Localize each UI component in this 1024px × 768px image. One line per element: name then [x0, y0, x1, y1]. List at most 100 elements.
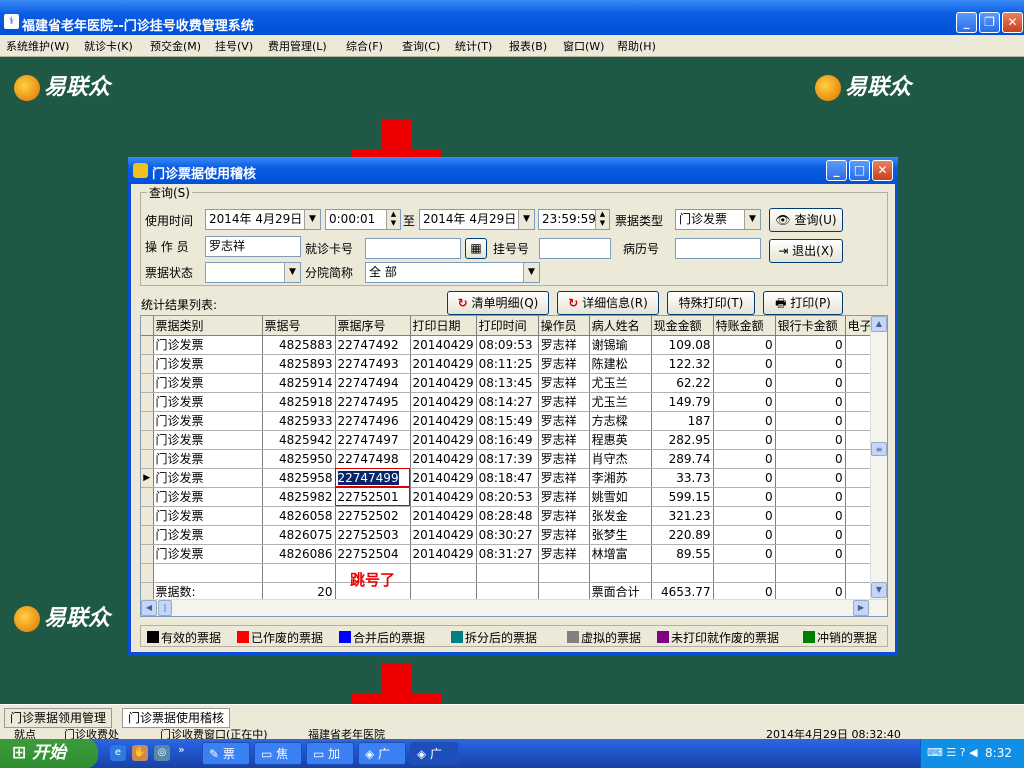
- table-cell[interactable]: 20140429: [410, 449, 477, 469]
- row-indicator[interactable]: [141, 525, 154, 545]
- table-cell[interactable]: 08:17:39: [476, 449, 539, 469]
- table-row[interactable]: 门诊发票 4825893 22747493 20140429 08:11:25 罗志祥 陈建…: [141, 354, 878, 374]
- more-quicklaunch-icon[interactable]: »: [178, 743, 185, 756]
- table-cell[interactable]: 0: [713, 468, 776, 488]
- row-indicator[interactable]: [141, 335, 154, 355]
- scroll-thumb[interactable]: ≡: [871, 442, 887, 456]
- table-cell[interactable]: 89.55: [651, 544, 714, 564]
- table-cell[interactable]: 149.79: [651, 392, 714, 412]
- table-cell[interactable]: [262, 563, 336, 583]
- card-read-icon[interactable]: ▦: [465, 238, 487, 259]
- menu-help[interactable]: 帮助(H): [617, 38, 656, 54]
- close-button[interactable]: ✕: [1002, 12, 1023, 33]
- table-cell[interactable]: 22747492: [335, 335, 411, 355]
- table-cell[interactable]: 22747493: [335, 354, 411, 374]
- table-cell[interactable]: 门诊发票: [153, 411, 263, 431]
- menu-deposit[interactable]: 预交金(M): [150, 38, 201, 54]
- table-cell[interactable]: 0: [775, 354, 846, 374]
- table-cell[interactable]: 08:18:47: [476, 468, 539, 488]
- menu-register[interactable]: 挂号(V): [215, 38, 253, 54]
- table-cell[interactable]: 20140429: [410, 335, 477, 355]
- table-cell[interactable]: 门诊发票: [153, 506, 263, 526]
- table-cell[interactable]: 0: [713, 544, 776, 564]
- table-cell[interactable]: 0: [713, 411, 776, 431]
- scroll-right-icon[interactable]: ▶: [853, 600, 869, 616]
- table-cell[interactable]: 0: [775, 544, 846, 564]
- table-cell[interactable]: 0: [775, 506, 846, 526]
- table-cell[interactable]: 罗志祥: [538, 544, 590, 564]
- time-from-spinner[interactable]: 0:00:01 ▲ ▼: [325, 209, 401, 230]
- reg-no-input[interactable]: [539, 238, 611, 259]
- table-cell[interactable]: [713, 563, 776, 583]
- table-cell[interactable]: 08:14:27: [476, 392, 539, 412]
- table-row[interactable]: 门诊发票 4826086 22752504 20140429 08:31:27 罗志祥 林增…: [141, 544, 878, 564]
- table-cell[interactable]: 599.15: [651, 487, 714, 507]
- table-cell[interactable]: 门诊发票: [153, 468, 263, 488]
- table-cell[interactable]: 姚雪如: [589, 487, 652, 507]
- col-header[interactable]: 票据类别: [153, 316, 263, 336]
- date-to-picker[interactable]: 2014年 4月29日 ▼: [419, 209, 535, 230]
- menu-query[interactable]: 查询(C): [402, 38, 440, 54]
- table-cell[interactable]: 22747497: [335, 430, 411, 450]
- table-cell[interactable]: 0: [775, 411, 846, 431]
- col-header[interactable]: 操作员: [538, 316, 590, 336]
- col-header[interactable]: 银行卡金额: [775, 316, 846, 336]
- table-cell[interactable]: 0: [775, 392, 846, 412]
- table-cell[interactable]: 0: [713, 373, 776, 393]
- current-row-indicator-icon[interactable]: ▶: [141, 468, 154, 488]
- taskbar-item[interactable]: ✎ 票: [202, 742, 250, 765]
- table-cell[interactable]: 4826075: [262, 525, 336, 545]
- table-cell[interactable]: 罗志祥: [538, 373, 590, 393]
- table-cell[interactable]: 20140429: [410, 411, 477, 431]
- table-cell[interactable]: 0: [775, 487, 846, 507]
- col-header[interactable]: 票据序号: [335, 316, 411, 336]
- tab-ticket-issue[interactable]: 门诊票据领用管理: [4, 708, 113, 728]
- table-row[interactable]: 门诊发票 4825950 22747498 20140429 08:17:39 罗志祥 肖守…: [141, 449, 878, 469]
- table-cell[interactable]: 4826086: [262, 544, 336, 564]
- table-cell[interactable]: 08:11:25: [476, 354, 539, 374]
- table-cell[interactable]: 林增富: [589, 544, 652, 564]
- table-cell[interactable]: [651, 563, 714, 583]
- table-cell[interactable]: 22747496: [335, 411, 411, 431]
- table-cell[interactable]: 门诊发票: [153, 449, 263, 469]
- col-header[interactable]: 特账金额: [713, 316, 776, 336]
- table-cell[interactable]: [153, 563, 263, 583]
- scroll-up-icon[interactable]: ▲: [871, 316, 887, 332]
- quicklaunch-icon[interactable]: ◎: [154, 745, 170, 761]
- table-cell[interactable]: 4825933: [262, 411, 336, 431]
- detail-info-button[interactable]: ↻ 详细信息(R): [557, 291, 659, 315]
- table-cell[interactable]: 0: [775, 525, 846, 545]
- table-cell[interactable]: 08:20:53: [476, 487, 539, 507]
- table-row[interactable]: 门诊发票 4825942 22747497 20140429 08:16:49 罗志祥 程惠…: [141, 430, 878, 450]
- table-cell[interactable]: 罗志祥: [538, 506, 590, 526]
- taskbar-item-active[interactable]: ◈ 广: [410, 742, 458, 765]
- table-cell[interactable]: 门诊发票: [153, 525, 263, 545]
- table-cell[interactable]: 4825950: [262, 449, 336, 469]
- menu-system[interactable]: 系统维护(W): [6, 38, 69, 54]
- table-cell[interactable]: 门诊发票: [153, 373, 263, 393]
- table-cell[interactable]: 张梦生: [589, 525, 652, 545]
- table-cell[interactable]: 罗志祥: [538, 525, 590, 545]
- table-cell[interactable]: 方志樑: [589, 411, 652, 431]
- restore-button[interactable]: ❐: [979, 12, 1000, 33]
- table-cell[interactable]: 4825982: [262, 487, 336, 507]
- row-indicator[interactable]: [141, 506, 154, 526]
- table-row[interactable]: 门诊发票 4825883 22747492 20140429 08:09:53 罗志祥 谢锡…: [141, 335, 878, 355]
- table-cell[interactable]: 0: [713, 525, 776, 545]
- row-indicator[interactable]: [141, 373, 154, 393]
- table-cell[interactable]: 220.89: [651, 525, 714, 545]
- table-cell[interactable]: [476, 563, 539, 583]
- table-cell[interactable]: 22747494: [335, 373, 411, 393]
- exit-button[interactable]: ⇥ 退出(X): [769, 239, 843, 263]
- table-cell[interactable]: 08:31:27: [476, 544, 539, 564]
- table-cell[interactable]: 20140429: [410, 544, 477, 564]
- table-cell[interactable]: 20140429: [410, 430, 477, 450]
- table-cell[interactable]: 0: [713, 506, 776, 526]
- table-cell[interactable]: 罗志祥: [538, 449, 590, 469]
- table-cell[interactable]: 4826058: [262, 506, 336, 526]
- table-cell[interactable]: [141, 563, 154, 583]
- table-cell[interactable]: 62.22: [651, 373, 714, 393]
- taskbar-item[interactable]: ▭ 焦: [254, 742, 302, 765]
- menu-card[interactable]: 就诊卡(K): [84, 38, 133, 54]
- table-cell[interactable]: 0: [775, 373, 846, 393]
